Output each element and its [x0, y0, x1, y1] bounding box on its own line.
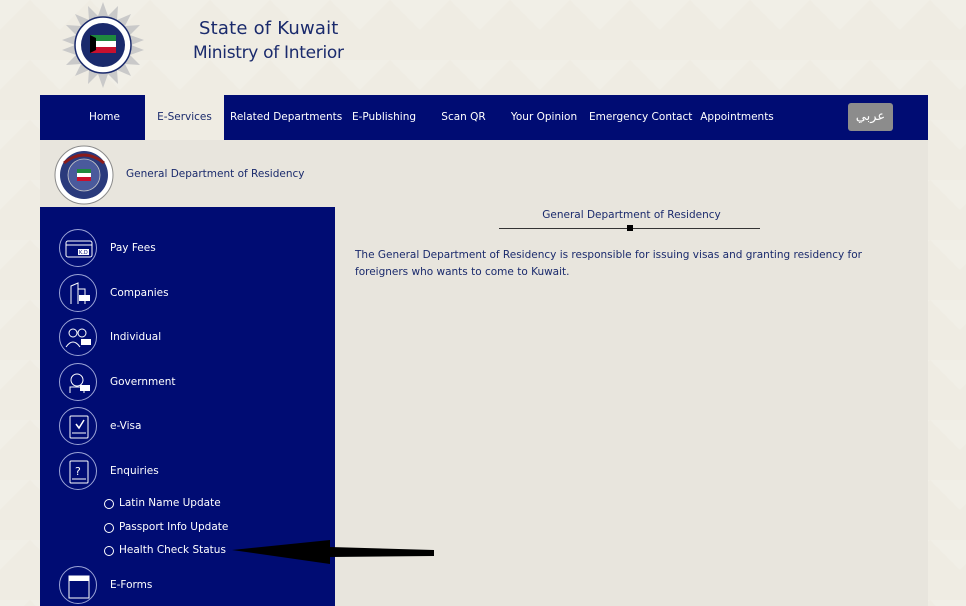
nav-emergency-contact[interactable]: Emergency Contact — [589, 95, 692, 140]
radio-circle-icon — [104, 546, 114, 556]
department-description: The General Department of Residency is r… — [355, 249, 862, 278]
subitem-label-health-check-status: Health Check Status — [119, 544, 226, 556]
sidebar-label-companies: Companies — [110, 287, 169, 299]
subitem-label-latin-name-update: Latin Name Update — [119, 497, 221, 509]
svg-text:?: ? — [75, 465, 81, 478]
sidebar-label-pay-fees: Pay Fees — [110, 242, 156, 254]
content-title: General Department of Residency — [542, 209, 721, 221]
building-icon — [59, 274, 97, 312]
ministry-title: Ministry of Interior — [193, 43, 344, 63]
department-header: General Department of Residency — [40, 140, 928, 207]
people-icon — [59, 318, 97, 356]
radio-circle-icon — [104, 499, 114, 509]
nav-e-services[interactable]: E-Services — [145, 95, 224, 140]
visa-document-icon — [59, 407, 97, 445]
language-toggle-button[interactable]: عربي — [848, 103, 893, 131]
nav-your-opinion[interactable]: Your Opinion — [507, 95, 581, 140]
nav-e-publishing[interactable]: E-Publishing — [348, 95, 420, 140]
department-name: General Department of Residency — [126, 168, 305, 180]
subitem-label-passport-info-update: Passport Info Update — [119, 521, 229, 533]
eform-icon — [59, 566, 97, 604]
sidebar-item-enquiries[interactable]: ? Enquiries — [40, 452, 335, 494]
sidebar-item-pay-fees[interactable]: K.D Pay Fees — [40, 229, 335, 271]
state-title: State of Kuwait — [199, 18, 339, 39]
government-icon — [59, 363, 97, 401]
svg-text:K.D: K.D — [79, 250, 88, 256]
radio-circle-icon — [104, 523, 114, 533]
sidebar-label-individual: Individual — [110, 331, 162, 343]
sidebar-item-individual[interactable]: Individual — [40, 318, 335, 360]
nav-scan-qr[interactable]: Scan QR — [432, 95, 495, 140]
card-kd-icon: K.D — [59, 229, 97, 267]
enquiry-document-icon: ? — [59, 452, 97, 490]
sidebar-item-companies[interactable]: Companies — [40, 274, 335, 316]
sidebar-item-e-visa[interactable]: e-Visa — [40, 407, 335, 449]
sidebar-item-e-forms[interactable]: E-Forms — [40, 566, 335, 606]
sidebar-label-e-visa: e-Visa — [110, 420, 142, 432]
residency-department-emblem-icon — [54, 145, 114, 205]
title-divider-dot — [627, 225, 633, 231]
site-title: State of Kuwait Ministry of Interior — [193, 18, 344, 63]
main-content: General Department of Residency The Gene… — [335, 207, 928, 606]
main-navigation: Home E-Services Related Departments E-Pu… — [40, 95, 928, 140]
sidebar-label-enquiries: Enquiries — [110, 465, 159, 477]
sidebar-item-government[interactable]: Government — [40, 363, 335, 405]
kuwait-police-logo[interactable] — [60, 2, 146, 88]
nav-home[interactable]: Home — [67, 95, 142, 140]
nav-appointments[interactable]: Appointments — [698, 95, 776, 140]
services-sidebar: K.D Pay Fees Companies Individual Govern… — [40, 207, 335, 606]
site-header: State of Kuwait Ministry of Interior — [0, 0, 966, 95]
sidebar-label-e-forms: E-Forms — [110, 579, 153, 591]
sidebar-label-government: Government — [110, 376, 176, 388]
nav-related-departments[interactable]: Related Departments — [230, 95, 342, 140]
